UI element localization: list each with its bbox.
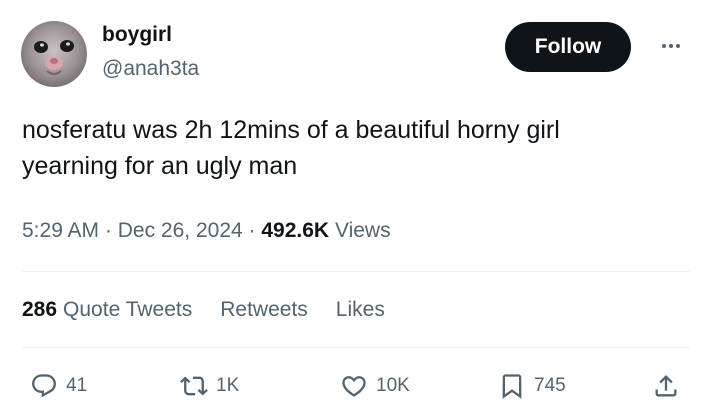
divider xyxy=(22,271,690,272)
tweet-card: boygirl @anah3ta Follow nosferatu was 2h… xyxy=(0,0,708,418)
follow-button[interactable]: Follow xyxy=(505,22,631,72)
views-count: 492.6K xyxy=(261,219,330,242)
meta-separator: · xyxy=(248,219,256,242)
display-name[interactable]: boygirl xyxy=(102,22,172,48)
likes-link[interactable]: Likes xyxy=(336,298,385,322)
bookmark-button[interactable]: 745 xyxy=(498,366,566,406)
like-button[interactable]: 10K xyxy=(340,366,410,406)
like-count: 10K xyxy=(376,375,410,396)
quote-tweets-label: Quote Tweets xyxy=(63,298,193,321)
share-button[interactable] xyxy=(652,366,680,406)
more-horizontal-icon[interactable] xyxy=(654,38,688,54)
tweet-time[interactable]: 5:29 AM xyxy=(22,219,99,242)
bookmark-count: 745 xyxy=(534,375,566,396)
bookmark-icon xyxy=(502,374,522,399)
tweet-meta: 5:29 AM · Dec 26, 2024 · 492.6K Views xyxy=(22,213,391,249)
dot xyxy=(676,44,680,48)
heart-icon xyxy=(342,376,366,397)
tweet-text-line-1: nosferatu was 2h 12mins of a beautiful h… xyxy=(22,116,560,144)
user-handle[interactable]: @anah3ta xyxy=(102,56,199,82)
quote-tweets-link[interactable]: 286 Quote Tweets xyxy=(22,298,192,322)
quote-tweets-count: 286 xyxy=(22,298,58,321)
retweets-link[interactable]: Retweets xyxy=(220,298,308,322)
reply-count: 41 xyxy=(66,375,88,396)
action-bar: 41 1K 10K 745 xyxy=(22,366,690,406)
views-label: Views xyxy=(334,219,391,242)
tweet-text: nosferatu was 2h 12mins of a beautiful h… xyxy=(22,112,682,184)
meta-separator: · xyxy=(104,219,112,242)
dot xyxy=(669,44,673,48)
retweet-icon xyxy=(180,376,208,396)
engagement-stats: 286 Quote Tweets Retweets Likes xyxy=(22,292,413,328)
cat-face-icon xyxy=(21,21,87,87)
divider xyxy=(22,347,690,348)
retweet-count: 1K xyxy=(216,375,240,396)
dot xyxy=(662,44,666,48)
tweet-text-line-2: yearning for an ugly man xyxy=(22,152,298,180)
retweet-button[interactable]: 1K xyxy=(180,366,239,406)
reply-icon xyxy=(32,374,56,398)
share-icon xyxy=(655,375,677,397)
reply-button[interactable]: 41 xyxy=(30,366,87,406)
tweet-date[interactable]: Dec 26, 2024 xyxy=(118,219,243,242)
avatar[interactable] xyxy=(21,21,87,87)
